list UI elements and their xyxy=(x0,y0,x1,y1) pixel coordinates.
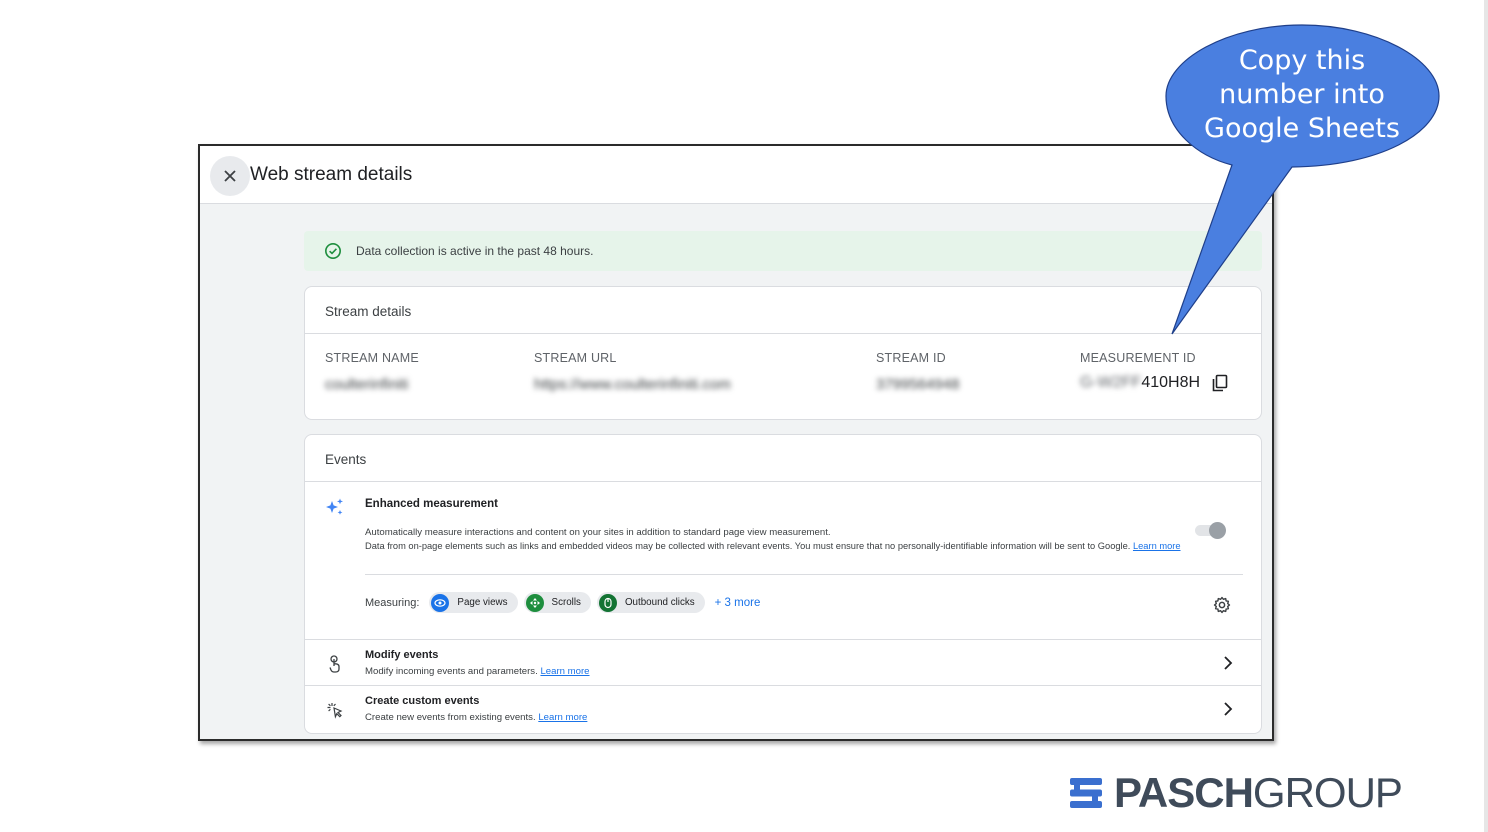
status-banner: Data collection is active in the past 48… xyxy=(304,231,1262,271)
divider xyxy=(365,574,1243,575)
stream-url-value: https://www.coulterinfiniti.com xyxy=(534,376,731,393)
status-text: Data collection is active in the past 48… xyxy=(356,244,594,258)
measurement-id-label: MEASUREMENT ID xyxy=(1080,351,1196,365)
callout-text: Copy this number into Google Sheets xyxy=(1180,44,1424,146)
modify-learn-more-link[interactable]: Learn more xyxy=(540,666,589,677)
check-circle-icon xyxy=(325,243,341,259)
stream-url-label: STREAM URL xyxy=(534,351,617,365)
toggle-knob xyxy=(1209,522,1226,539)
stream-name-field: STREAM NAME coulterinfiniti xyxy=(325,351,419,393)
events-heading: Events xyxy=(305,435,1261,482)
callout-line: number into xyxy=(1219,79,1385,110)
chip-label: Outbound clicks xyxy=(624,597,695,608)
sparkle-icon xyxy=(326,498,343,515)
callout-line: Copy this xyxy=(1238,45,1366,76)
pasch-group-logo: PASCH GROUP xyxy=(1068,769,1416,816)
slide-edge xyxy=(1484,0,1488,832)
create-custom-events-row[interactable]: Create custom events Create new events f… xyxy=(305,685,1261,732)
enhanced-measurement-toggle[interactable] xyxy=(1195,522,1226,539)
copy-icon[interactable] xyxy=(1212,374,1228,392)
stream-id-value: 3799564948 xyxy=(876,376,960,393)
web-stream-dialog: Web stream details Data collection is ac… xyxy=(198,144,1274,741)
stream-url-field: STREAM URL https://www.coulterinfiniti.c… xyxy=(534,351,731,393)
chip-scrolls[interactable]: Scrolls xyxy=(523,592,591,613)
create-events-title: Create custom events xyxy=(365,695,480,707)
enhanced-measurement-title: Enhanced measurement xyxy=(365,498,498,510)
gear-icon[interactable] xyxy=(1213,596,1231,614)
stream-id-label: STREAM ID xyxy=(876,351,946,365)
chip-label: Page views xyxy=(457,597,508,608)
measurement-id-value[interactable]: G-W2FF 410H8H xyxy=(1080,374,1228,392)
measuring-label: Measuring: xyxy=(365,596,420,609)
chip-outbound-clicks[interactable]: Outbound clicks xyxy=(596,592,705,613)
mouse-icon xyxy=(598,593,617,612)
eye-icon xyxy=(431,593,450,612)
enhanced-measurement-desc: Automatically measure interactions and c… xyxy=(365,527,831,538)
logo-light-text: GROUP xyxy=(1252,769,1403,816)
chevron-right-icon xyxy=(1224,656,1233,670)
measurement-id-hidden: G-W2FF xyxy=(1080,374,1142,391)
enhanced-measurement-note: Data from on-page elements such as links… xyxy=(365,540,1205,553)
dialog-body: Data collection is active in the past 48… xyxy=(200,204,1272,739)
logo-bold-text: PASCH xyxy=(1114,769,1254,816)
modify-events-title: Modify events xyxy=(365,649,439,661)
more-link[interactable]: + 3 more xyxy=(715,597,761,609)
modify-desc-text: Modify incoming events and parameters. xyxy=(365,666,538,677)
touch-icon xyxy=(329,655,340,673)
create-learn-more-link[interactable]: Learn more xyxy=(538,712,587,723)
measurement-id-field: MEASUREMENT ID G-W2FF 410H8H xyxy=(1080,351,1228,392)
close-button[interactable] xyxy=(210,156,250,196)
cursor-click-icon xyxy=(327,703,343,719)
enhanced-note-text: Data from on-page elements such as links… xyxy=(365,541,1131,551)
create-events-desc: Create new events from existing events. … xyxy=(365,712,587,723)
chip-label: Scrolls xyxy=(551,597,581,608)
dialog-title: Web stream details xyxy=(250,164,413,185)
modify-events-desc: Modify incoming events and parameters. L… xyxy=(365,666,590,677)
stream-details-card: Stream details STREAM NAME coulterinfini… xyxy=(304,286,1262,420)
enhanced-learn-more-link[interactable]: Learn more xyxy=(1133,541,1181,551)
stream-name-label: STREAM NAME xyxy=(325,351,419,365)
dialog-header: Web stream details xyxy=(200,146,1272,204)
stream-id-field: STREAM ID 3799564948 xyxy=(876,351,959,393)
scroll-icon xyxy=(525,593,544,612)
modify-events-row[interactable]: Modify events Modify incoming events and… xyxy=(305,639,1261,686)
callout-line: Google Sheets xyxy=(1204,113,1400,144)
close-icon xyxy=(224,170,236,182)
stream-name-value: coulterinfiniti xyxy=(325,376,409,393)
create-desc-text: Create new events from existing events. xyxy=(365,712,536,723)
chevron-right-icon xyxy=(1224,702,1233,716)
stream-details-heading: Stream details xyxy=(305,287,1261,334)
measuring-row: Measuring: Page views Scrolls Outbound c… xyxy=(365,592,760,613)
events-card: Events Enhanced measurement Automaticall… xyxy=(304,434,1262,734)
logo-mark-icon xyxy=(1070,778,1102,808)
chip-page-views[interactable]: Page views xyxy=(429,592,518,613)
measurement-id-visible: 410H8H xyxy=(1141,374,1201,391)
